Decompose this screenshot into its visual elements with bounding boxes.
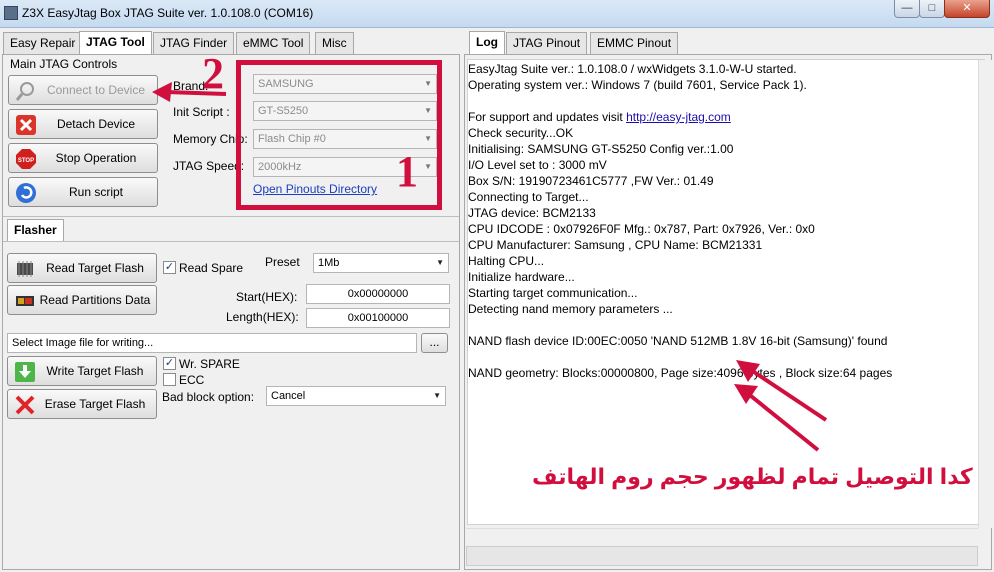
run-script-button[interactable]: Run script xyxy=(8,177,158,207)
log-support-line: For support and updates visit http://eas… xyxy=(468,110,731,124)
image-file-input[interactable]: Select Image file for writing... xyxy=(7,333,417,353)
detach-label: Detach Device xyxy=(56,117,136,131)
log-text-area[interactable]: EasyJtag Suite ver.: 1.0.108.0 / wxWidge… xyxy=(467,59,985,525)
start-hex-label: Start(HEX): xyxy=(236,290,298,304)
log-line: NAND geometry: Blocks:00000800, Page siz… xyxy=(468,366,893,380)
read-target-flash-button[interactable]: Read Target Flash xyxy=(7,253,157,283)
run-script-label: Run script xyxy=(68,185,124,199)
erase-x-icon xyxy=(15,395,35,415)
wr-spare-checkbox[interactable]: ✓ xyxy=(163,357,176,370)
chevron-down-icon: ▼ xyxy=(433,391,441,400)
preset-value: 1Mb xyxy=(318,257,340,269)
partition-chip-icon xyxy=(16,296,34,306)
download-arrow-icon xyxy=(15,362,35,382)
init-script-label: Init Script : xyxy=(173,105,230,119)
tab-jtag-pinout[interactable]: JTAG Pinout xyxy=(506,32,588,54)
read-spare-checkbox[interactable]: ✓ xyxy=(163,261,176,274)
support-text: For support and updates visit xyxy=(468,110,627,124)
browse-button[interactable]: ... xyxy=(421,333,448,353)
length-hex-input[interactable]: 0x00100000 xyxy=(306,308,450,328)
write-target-flash-label: Write Target Flash xyxy=(46,364,144,378)
title-bar: Z3X EasyJtag Box JTAG Suite ver. 1.0.108… xyxy=(0,0,994,28)
stop-icon-text: STOP xyxy=(18,158,34,164)
log-line: Halting CPU... xyxy=(468,254,545,268)
preset-select[interactable]: 1Mb ▼ xyxy=(313,253,449,273)
read-partitions-button[interactable]: Read Partitions Data xyxy=(7,285,157,315)
read-spare-label: Read Spare xyxy=(179,261,244,275)
chevron-down-icon: ▼ xyxy=(436,258,444,267)
log-horizontal-scrollbar[interactable] xyxy=(466,528,978,542)
log-line: NAND flash device ID:00EC:0050 'NAND 512… xyxy=(468,334,888,348)
annotation-number-2: 2 xyxy=(202,49,224,98)
support-link[interactable]: http://easy-jtag.com xyxy=(626,110,731,124)
tab-flasher[interactable]: Flasher xyxy=(7,219,64,241)
log-line: CPU IDCODE : 0x07926F0F Mfg.: 0x787, Par… xyxy=(468,222,815,236)
log-line: EasyJtag Suite ver.: 1.0.108.0 / wxWidge… xyxy=(468,62,797,76)
erase-target-flash-button[interactable]: Erase Target Flash xyxy=(7,389,157,419)
ecc-label: ECC xyxy=(179,373,205,387)
stop-label: Stop Operation xyxy=(55,151,137,165)
log-line: Check security...OK xyxy=(468,126,574,140)
log-line: Box S/N: 19190723461C5777 ,FW Ver.: 01.4… xyxy=(468,174,714,188)
tab-jtag-tool[interactable]: JTAG Tool xyxy=(79,31,152,54)
log-line: Initialize hardware... xyxy=(468,270,575,284)
bad-block-value: Cancel xyxy=(271,390,306,402)
log-line: CPU Manufacturer: Samsung , CPU Name: BC… xyxy=(468,238,763,252)
divider xyxy=(3,216,459,217)
log-line: Initialising: SAMSUNG GT-S5250 Config ve… xyxy=(468,142,734,156)
tab-log[interactable]: Log xyxy=(469,31,505,54)
log-line: I/O Level set to : 3000 mV xyxy=(468,158,607,172)
run-script-icon xyxy=(16,183,36,203)
maximize-button[interactable]: □ xyxy=(919,0,945,18)
tab-emmc-pinout[interactable]: EMMC Pinout xyxy=(590,32,679,54)
preset-label: Preset xyxy=(265,255,300,269)
start-hex-input[interactable]: 0x00000000 xyxy=(306,284,450,304)
wr-spare-label: Wr. SPARE xyxy=(179,357,240,371)
divider xyxy=(3,241,459,242)
chip-icon xyxy=(17,261,33,277)
stop-sign-icon: STOP xyxy=(16,149,36,169)
detach-button[interactable]: Detach Device xyxy=(8,109,158,139)
read-target-flash-label: Read Target Flash xyxy=(46,261,144,275)
detach-x-icon xyxy=(16,115,36,135)
window-title: Z3X EasyJtag Box JTAG Suite ver. 1.0.108… xyxy=(22,6,314,20)
write-target-flash-button[interactable]: Write Target Flash xyxy=(7,356,157,386)
bad-block-select[interactable]: Cancel ▼ xyxy=(266,386,446,406)
annotation-number-1: 1 xyxy=(396,147,418,196)
log-line: JTAG device: BCM2133 xyxy=(468,206,596,220)
log-panel: EasyJtag Suite ver.: 1.0.108.0 / wxWidge… xyxy=(464,54,992,570)
tab-emmc-tool[interactable]: eMMC Tool xyxy=(236,32,311,54)
main-jtag-controls-label: Main JTAG Controls xyxy=(10,57,118,71)
log-vertical-scrollbar[interactable] xyxy=(978,60,992,528)
ecc-checkbox[interactable] xyxy=(163,373,176,386)
arabic-annotation: كدا التوصيل تمام لظهور حجم روم الهاتف xyxy=(532,464,973,489)
log-line: Operating system ver.: Windows 7 (build … xyxy=(468,78,807,92)
jtag-speed-label: JTAG Speed: xyxy=(173,159,245,173)
magnifier-icon xyxy=(15,82,34,101)
connect-button[interactable]: Connect to Device xyxy=(8,75,158,105)
length-hex-label: Length(HEX): xyxy=(226,310,299,324)
log-line: Starting target communication... xyxy=(468,286,638,300)
stop-button[interactable]: STOP Stop Operation xyxy=(8,143,158,173)
log-line: Detecting nand memory parameters ... xyxy=(468,302,673,316)
close-button[interactable]: ✕ xyxy=(944,0,990,18)
status-bar xyxy=(466,546,978,566)
bad-block-label: Bad block option: xyxy=(162,390,255,404)
app-icon xyxy=(4,6,18,20)
tab-easy-repair[interactable]: Easy Repair xyxy=(3,32,83,54)
tab-misc[interactable]: Misc xyxy=(315,32,354,54)
erase-target-flash-label: Erase Target Flash xyxy=(44,397,146,411)
log-line: Connecting to Target... xyxy=(468,190,589,204)
connect-label: Connect to Device xyxy=(46,83,146,97)
minimize-button[interactable]: — xyxy=(894,0,920,18)
